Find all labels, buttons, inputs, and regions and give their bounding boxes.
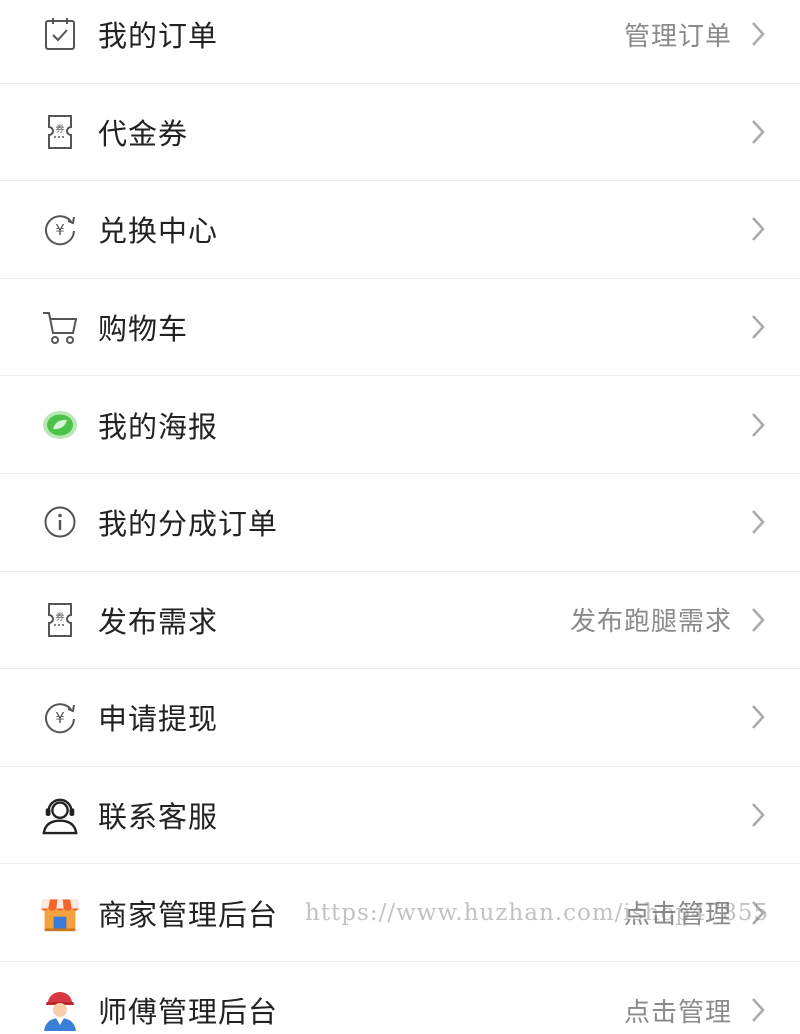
menu-item-commission-orders[interactable]: 我的分成订单 (0, 473, 800, 572)
menu-item-technician-admin[interactable]: 师傅管理后台 点击管理 (0, 961, 800, 1034)
chevron-right-icon (752, 900, 765, 925)
yen-exchange-icon: ¥ (40, 209, 80, 249)
chevron-right-icon (752, 998, 765, 1023)
menu-item-label: 代金券 (98, 116, 189, 151)
svg-text:券: 券 (55, 123, 64, 135)
menu-item-right-text: 点击管理 (623, 997, 732, 1028)
menu-item-vouchers[interactable]: 券 代金券 (0, 83, 800, 182)
menu-item-label: 我的订单 (98, 19, 219, 54)
menu-item-label: 申请提现 (98, 702, 219, 737)
cart-icon (40, 307, 80, 347)
coupon-icon: 券 (40, 112, 80, 152)
chevron-right-icon (752, 608, 765, 632)
menu-item-exchange-center[interactable]: ¥ 兑换中心 (0, 181, 800, 279)
menu-item-label: 购物车 (98, 312, 189, 347)
menu-item-my-posters[interactable]: 我的海报 (0, 376, 800, 474)
svg-text:¥: ¥ (55, 709, 65, 727)
menu-item-post-request[interactable]: 券 发布需求 发布跑腿需求 (0, 571, 800, 670)
storefront-icon (40, 893, 80, 933)
menu-item-label: 我的分成订单 (98, 507, 279, 542)
chevron-right-icon (752, 217, 765, 242)
poster-leaf-icon (40, 405, 80, 445)
chevron-right-icon (752, 705, 765, 730)
chevron-right-icon (752, 803, 765, 827)
menu-item-label: 联系客服 (98, 800, 219, 835)
coupon-icon: 券 (40, 600, 80, 640)
menu-item-shopping-cart[interactable]: 购物车 (0, 278, 800, 377)
worker-helmet-icon (40, 990, 80, 1032)
svg-text:¥: ¥ (55, 221, 65, 239)
chevron-right-icon (752, 510, 765, 535)
menu-item-my-orders[interactable]: 我的订单 管理订单 (0, 0, 800, 84)
menu-item-label: 师傅管理后台 (98, 995, 279, 1030)
chevron-right-icon (752, 22, 765, 47)
menu-item-label: 发布需求 (98, 604, 219, 639)
headset-agent-icon (40, 795, 80, 835)
info-icon (40, 502, 80, 542)
menu-list: 我的订单 管理订单 券 代金券 ¥ 兑换中心 购物车 我的海报 我的分成订单 券… (0, 0, 800, 1034)
menu-item-label: 兑换中心 (98, 214, 219, 249)
menu-item-label: 我的海报 (98, 409, 219, 444)
svg-text:券: 券 (55, 611, 64, 623)
menu-item-label: 商家管理后台 (98, 897, 279, 932)
menu-item-customer-service[interactable]: 联系客服 (0, 766, 800, 865)
yen-exchange-icon: ¥ (40, 697, 80, 737)
menu-item-right-text: 发布跑腿需求 (569, 607, 732, 638)
chevron-right-icon (752, 120, 765, 144)
menu-item-right-text: 管理订单 (623, 21, 732, 52)
menu-item-merchant-admin[interactable]: 商家管理后台 点击管理 (0, 864, 800, 962)
chevron-right-icon (752, 315, 765, 339)
menu-item-right-text: 点击管理 (623, 900, 732, 931)
chevron-right-icon (752, 412, 765, 437)
menu-item-withdraw[interactable]: ¥ 申请提现 (0, 669, 800, 767)
calendar-check-icon (40, 14, 80, 54)
